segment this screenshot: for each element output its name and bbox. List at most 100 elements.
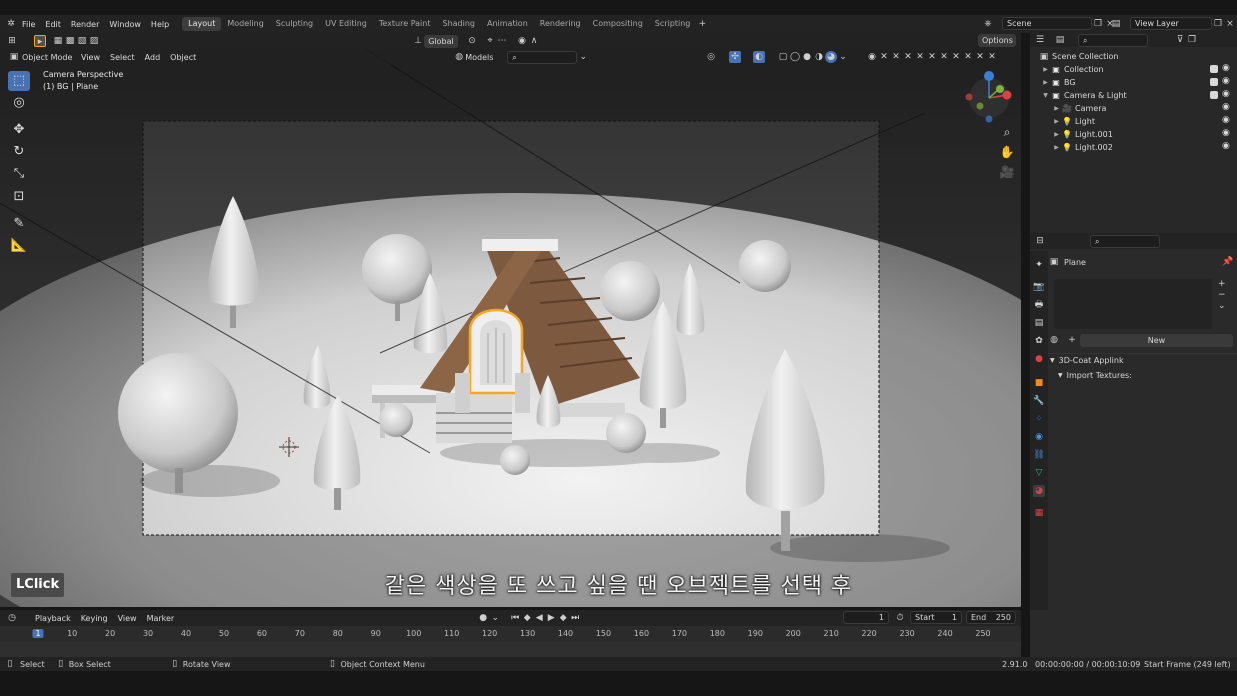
pivot-point-icon[interactable]: ⊙ — [466, 35, 478, 47]
timeline-editor-icon[interactable]: ◷ — [6, 612, 18, 624]
editor-type-icon[interactable]: ⊞ — [6, 35, 18, 47]
tab-animation[interactable]: Animation — [481, 17, 534, 31]
outliner-item-camera-light[interactable]: ▼ ▣ Camera & Light ◉ — [1030, 89, 1237, 102]
display-mode-icon[interactable]: ▤ — [1054, 34, 1066, 46]
pan-hand-icon[interactable]: ✋ — [997, 143, 1017, 161]
new-material-button[interactable]: New — [1080, 333, 1233, 347]
timeline-menu-playback[interactable]: Playback — [30, 614, 76, 623]
play-reverse-icon[interactable]: ◀ — [533, 612, 545, 624]
options-dropdown[interactable]: Options — [978, 34, 1016, 47]
viewport-scene[interactable] — [0, 33, 1021, 607]
outliner-item-light-002[interactable]: ▶ 💡 Light.002 ◉ — [1030, 141, 1237, 154]
toggle-icon-3[interactable]: ✕ — [902, 51, 914, 63]
timeline-menu-marker[interactable]: Marker — [142, 614, 180, 623]
transform-orientation-icon[interactable]: ⊥ — [412, 35, 424, 47]
menu-help[interactable]: Help — [146, 20, 174, 29]
zoom-icon[interactable]: ⌕ — [997, 123, 1017, 141]
scale-tool-icon[interactable]: ⤡ — [8, 164, 30, 184]
eye-toggle-icon[interactable]: ◉ — [866, 51, 878, 63]
tab-compositing[interactable]: Compositing — [587, 17, 649, 31]
remove-view-layer-icon[interactable]: × — [1224, 18, 1236, 30]
menu-file[interactable]: File — [17, 20, 40, 29]
tab-rendering[interactable]: Rendering — [534, 17, 587, 31]
measure-tool-icon[interactable]: 📐 — [8, 236, 30, 256]
object-tab-icon[interactable]: ■ — [1033, 377, 1045, 389]
eye-icon[interactable]: ◉ — [1222, 115, 1230, 125]
menu-edit[interactable]: Edit — [40, 20, 66, 29]
snap-icon[interactable]: ⌖ — [484, 35, 496, 47]
expand-arrow-icon[interactable]: ▶ — [1052, 131, 1061, 138]
tab-uv-editing[interactable]: UV Editing — [319, 17, 373, 31]
toggle-icon-4[interactable]: ✕ — [914, 51, 926, 63]
view-layer-tab-icon[interactable]: ▤ — [1033, 317, 1045, 329]
eye-icon[interactable]: ◉ — [1222, 141, 1230, 151]
gizmo-icon[interactable]: ✣ — [729, 51, 741, 63]
rotate-tool-icon[interactable]: ↻ — [8, 142, 30, 162]
expand-arrow-icon[interactable]: ▶ — [1041, 79, 1050, 86]
mode-dropdown[interactable]: Object Mode — [22, 53, 76, 62]
outliner-item-light-001[interactable]: ▶ 💡 Light.001 ◉ — [1030, 128, 1237, 141]
viewport-search-field[interactable]: ⌕ — [507, 50, 578, 64]
camera-view-icon[interactable]: 🎥 — [997, 163, 1017, 181]
material-slot-list[interactable] — [1054, 279, 1212, 329]
eye-icon[interactable]: ◉ — [1222, 128, 1230, 138]
outliner-item-collection[interactable]: ▶ ▣ Collection ◉ — [1030, 63, 1237, 76]
outliner-item-bg[interactable]: ▶ ▣ BG ◉ — [1030, 76, 1237, 89]
render-tab-icon[interactable]: 📷 — [1033, 281, 1045, 293]
new-view-layer-icon[interactable]: ❐ — [1212, 18, 1224, 30]
prev-keyframe-icon[interactable]: ◆ — [521, 612, 533, 624]
jump-end-icon[interactable]: ⏭ — [569, 612, 581, 624]
frame-ruler[interactable]: 1 10 20 30 40 50 60 70 80 90 100 110 120 130 140 150 160… — [0, 627, 1021, 641]
toggle-icon-9[interactable]: ✕ — [974, 51, 986, 63]
select-subtract-icon[interactable]: ▧ — [76, 35, 88, 47]
add-workspace-icon[interactable]: + — [696, 18, 708, 30]
tab-shading[interactable]: Shading — [436, 17, 481, 31]
filter-icon[interactable]: ⌄ — [577, 51, 589, 63]
add-slot-icon[interactable]: + — [1218, 279, 1226, 290]
view-layer-field[interactable]: View Layer — [1130, 17, 1212, 30]
viewport-menu-add[interactable]: Add — [140, 53, 166, 62]
select-extend-icon[interactable]: ▩ — [64, 35, 76, 47]
expand-arrow-icon[interactable]: ▶ — [1052, 144, 1061, 151]
physics-tab-icon[interactable]: ◉ — [1033, 431, 1045, 443]
new-scene-icon[interactable]: ❐ — [1092, 18, 1104, 30]
expand-arrow-icon[interactable]: ▶ — [1052, 105, 1061, 112]
timeline-menu-keying[interactable]: Keying — [76, 614, 113, 623]
outliner-editor-icon[interactable]: ☰ — [1034, 34, 1046, 46]
start-frame-field[interactable]: Start 1 — [910, 611, 962, 624]
outliner-item-light[interactable]: ▶ 💡 Light ◉ — [1030, 115, 1237, 128]
area-divider[interactable] — [1021, 33, 1030, 657]
select-intersect-icon[interactable]: ▨ — [88, 35, 100, 47]
toggle-icon-7[interactable]: ✕ — [950, 51, 962, 63]
jump-start-icon[interactable]: ⏮ — [509, 612, 521, 624]
expand-arrow-icon[interactable]: ▶ — [1041, 66, 1050, 73]
keying-set-icon[interactable]: ⌄ — [489, 612, 501, 624]
tab-modeling[interactable]: Modeling — [221, 17, 269, 31]
outliner-item-camera[interactable]: ▶ 🎥 Camera ◉ — [1030, 102, 1237, 115]
wireframe-shading-icon[interactable]: ◯ — [789, 51, 801, 63]
texture-tab-icon[interactable]: ▦ — [1033, 507, 1045, 519]
viewport-menu-view[interactable]: View — [76, 53, 105, 62]
select-mode-icon[interactable]: ▸ — [34, 35, 46, 47]
eye-icon[interactable]: ◉ — [1222, 102, 1230, 112]
toggle-icon-1[interactable]: ✕ — [878, 51, 890, 63]
end-frame-field[interactable]: End 250 — [966, 611, 1016, 624]
outliner-root[interactable]: ▣ Scene Collection — [1030, 50, 1237, 63]
view-layer-icon[interactable]: ▤ — [1110, 18, 1122, 30]
snap-target-icon[interactable]: ⋯ — [496, 35, 508, 47]
modifier-tab-icon[interactable]: 🔧 — [1033, 395, 1045, 407]
tab-layout[interactable]: Layout — [182, 17, 222, 31]
select-tool-icon[interactable]: ⬚ — [8, 71, 30, 91]
expand-arrow-icon[interactable]: ▼ — [1041, 92, 1050, 99]
constraints-tab-icon[interactable]: ⛓ — [1033, 449, 1045, 461]
viewport-menu-object[interactable]: Object — [165, 53, 201, 62]
preview-range-icon[interactable]: ⏱ — [894, 612, 906, 624]
output-tab-icon[interactable]: 🖶 — [1033, 299, 1045, 311]
falloff-icon[interactable]: ∧ — [528, 35, 540, 47]
transform-tool-icon[interactable]: ⊡ — [8, 187, 30, 207]
toggle-icon-6[interactable]: ✕ — [938, 51, 950, 63]
timeline-menu-view[interactable]: View — [113, 614, 142, 623]
exclude-checkbox[interactable] — [1210, 65, 1218, 73]
blender-logo-icon[interactable]: ✲ — [5, 18, 17, 30]
data-tab-icon[interactable]: ▽ — [1033, 467, 1045, 479]
